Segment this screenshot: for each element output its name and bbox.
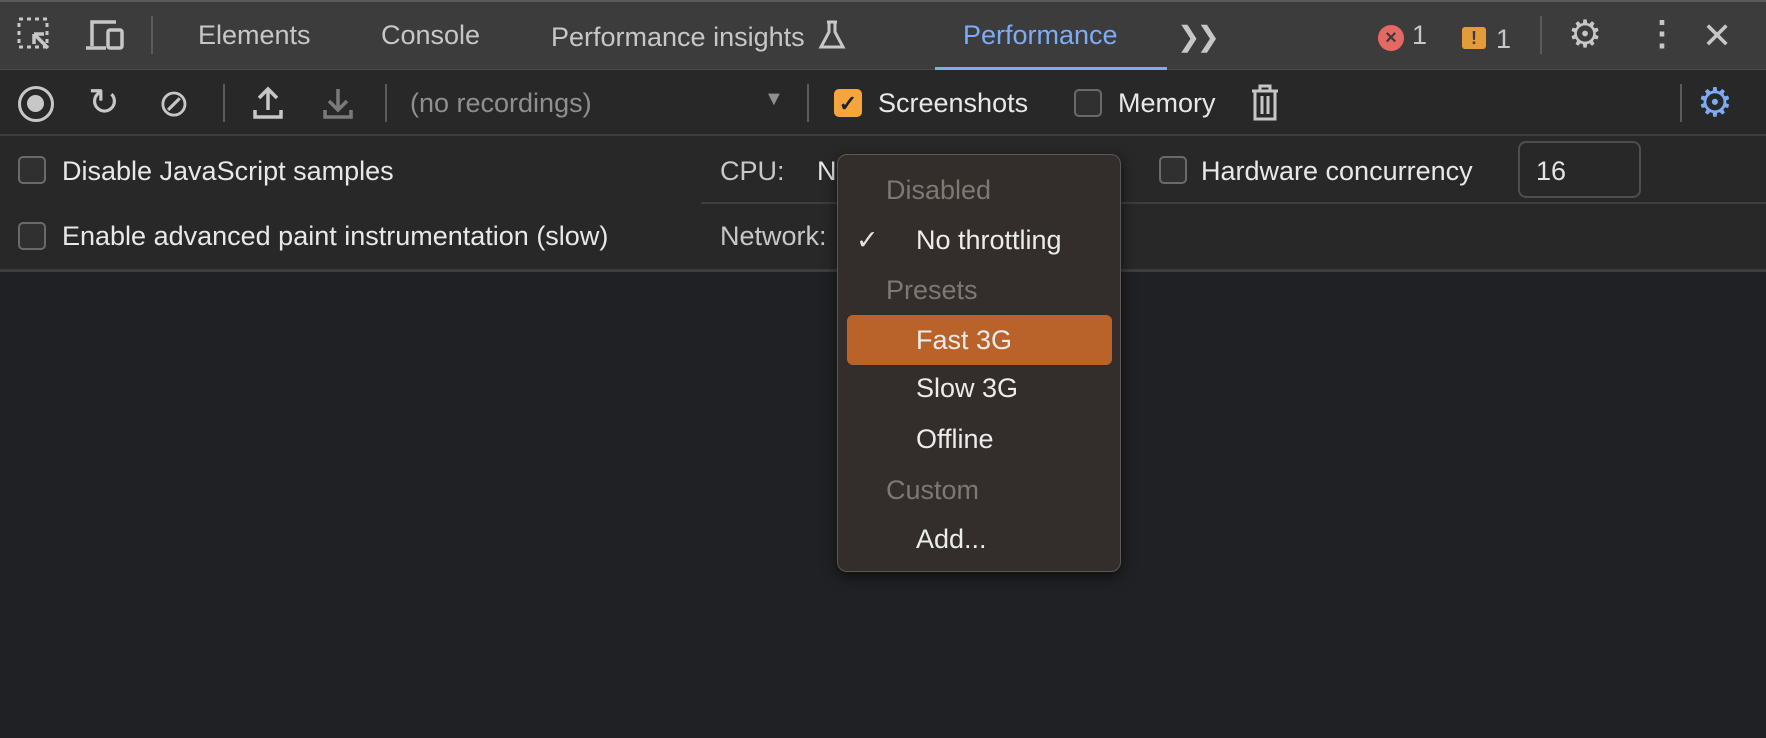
menu-header-presets: Presets bbox=[838, 267, 1120, 313]
divider bbox=[151, 16, 153, 54]
warning-icon[interactable]: ! bbox=[1462, 27, 1486, 49]
divider bbox=[1540, 16, 1542, 54]
memory-label: Memory bbox=[1118, 88, 1216, 118]
network-label: Network: bbox=[720, 221, 827, 251]
error-icon[interactable]: × bbox=[1378, 25, 1404, 51]
disable-js-samples-checkbox[interactable] bbox=[18, 156, 46, 184]
more-options-icon[interactable]: ⋮ bbox=[1645, 14, 1679, 54]
advanced-paint-checkbox[interactable] bbox=[18, 222, 46, 250]
settings-gear-icon[interactable]: ⚙ bbox=[1568, 15, 1602, 55]
more-tabs-icon[interactable]: ❯❯ bbox=[1177, 20, 1220, 53]
menu-item-no-throttling[interactable]: ✓ No throttling bbox=[838, 217, 1120, 263]
tab-label: Performance insights bbox=[551, 22, 805, 52]
record-icon bbox=[27, 95, 44, 112]
menu-item-offline[interactable]: Offline bbox=[838, 416, 1120, 462]
reload-record-button[interactable]: ↻ bbox=[88, 80, 120, 126]
tab-elements[interactable]: Elements bbox=[198, 20, 311, 51]
menu-header-label: Presets bbox=[886, 275, 978, 305]
inspect-element-icon[interactable] bbox=[16, 16, 54, 54]
menu-item-label: Slow 3G bbox=[916, 373, 1019, 403]
divider bbox=[223, 84, 225, 122]
flask-icon bbox=[818, 20, 846, 49]
close-icon[interactable]: ✕ bbox=[1702, 16, 1732, 56]
menu-item-add[interactable]: Add... bbox=[838, 516, 1120, 562]
cpu-throttling-select[interactable]: N bbox=[817, 156, 837, 187]
divider bbox=[385, 84, 387, 122]
devtools-tab-bar: Elements Console Performance insights Pe… bbox=[0, 0, 1766, 71]
device-toolbar-icon[interactable] bbox=[86, 18, 126, 54]
hardware-concurrency-label: Hardware concurrency bbox=[1201, 156, 1473, 186]
dropdown-arrow-icon[interactable]: ▼ bbox=[764, 88, 784, 111]
network-throttling-dropdown-menu: Disabled ✓ No throttling Presets Fast 3G … bbox=[837, 154, 1121, 572]
trash-icon[interactable] bbox=[1250, 84, 1280, 129]
menu-header-disabled: Disabled bbox=[838, 167, 1120, 213]
menu-item-slow-3g[interactable]: Slow 3G bbox=[838, 365, 1120, 411]
menu-header-custom: Custom bbox=[838, 467, 1120, 513]
tab-performance[interactable]: Performance bbox=[963, 20, 1118, 51]
download-icon bbox=[322, 86, 354, 127]
recordings-select[interactable]: (no recordings) bbox=[410, 88, 592, 119]
clear-icon[interactable]: ⊘ bbox=[158, 84, 190, 124]
checkmark-icon: ✓ bbox=[856, 225, 879, 255]
menu-item-fast-3g[interactable]: Fast 3G bbox=[847, 315, 1112, 365]
screenshots-label: Screenshots bbox=[878, 88, 1029, 118]
hardware-concurrency-value: 16 bbox=[1536, 156, 1567, 186]
disable-js-samples-label: Disable JavaScript samples bbox=[62, 156, 394, 186]
hardware-concurrency-input[interactable]: 16 bbox=[1518, 141, 1641, 198]
performance-toolbar: ↻ ⊘ (no recordings) ▼ ✓ Screenshots Memo… bbox=[0, 70, 1766, 136]
menu-item-label: Offline bbox=[916, 424, 994, 454]
screenshots-checkbox[interactable]: ✓ bbox=[834, 89, 862, 117]
warning-count[interactable]: 1 bbox=[1496, 24, 1511, 55]
menu-item-label: Fast 3G bbox=[916, 325, 1013, 355]
upload-icon[interactable] bbox=[252, 86, 284, 127]
divider bbox=[1680, 84, 1682, 122]
menu-header-label: Custom bbox=[886, 475, 980, 505]
record-button[interactable] bbox=[18, 86, 54, 122]
divider bbox=[807, 84, 809, 122]
hardware-concurrency-checkbox[interactable] bbox=[1159, 156, 1187, 184]
memory-checkbox[interactable] bbox=[1074, 89, 1102, 117]
tab-console[interactable]: Console bbox=[381, 20, 480, 51]
cpu-label: CPU: bbox=[720, 156, 785, 186]
menu-header-label: Disabled bbox=[886, 175, 992, 205]
error-count[interactable]: 1 bbox=[1412, 20, 1427, 51]
tab-performance-insights[interactable]: Performance insights bbox=[551, 20, 846, 53]
advanced-paint-label: Enable advanced paint instrumentation (s… bbox=[62, 221, 609, 251]
capture-settings-gear-icon[interactable]: ⚙ bbox=[1697, 80, 1733, 126]
menu-item-label: No throttling bbox=[916, 225, 1062, 255]
menu-item-label: Add... bbox=[916, 524, 987, 554]
